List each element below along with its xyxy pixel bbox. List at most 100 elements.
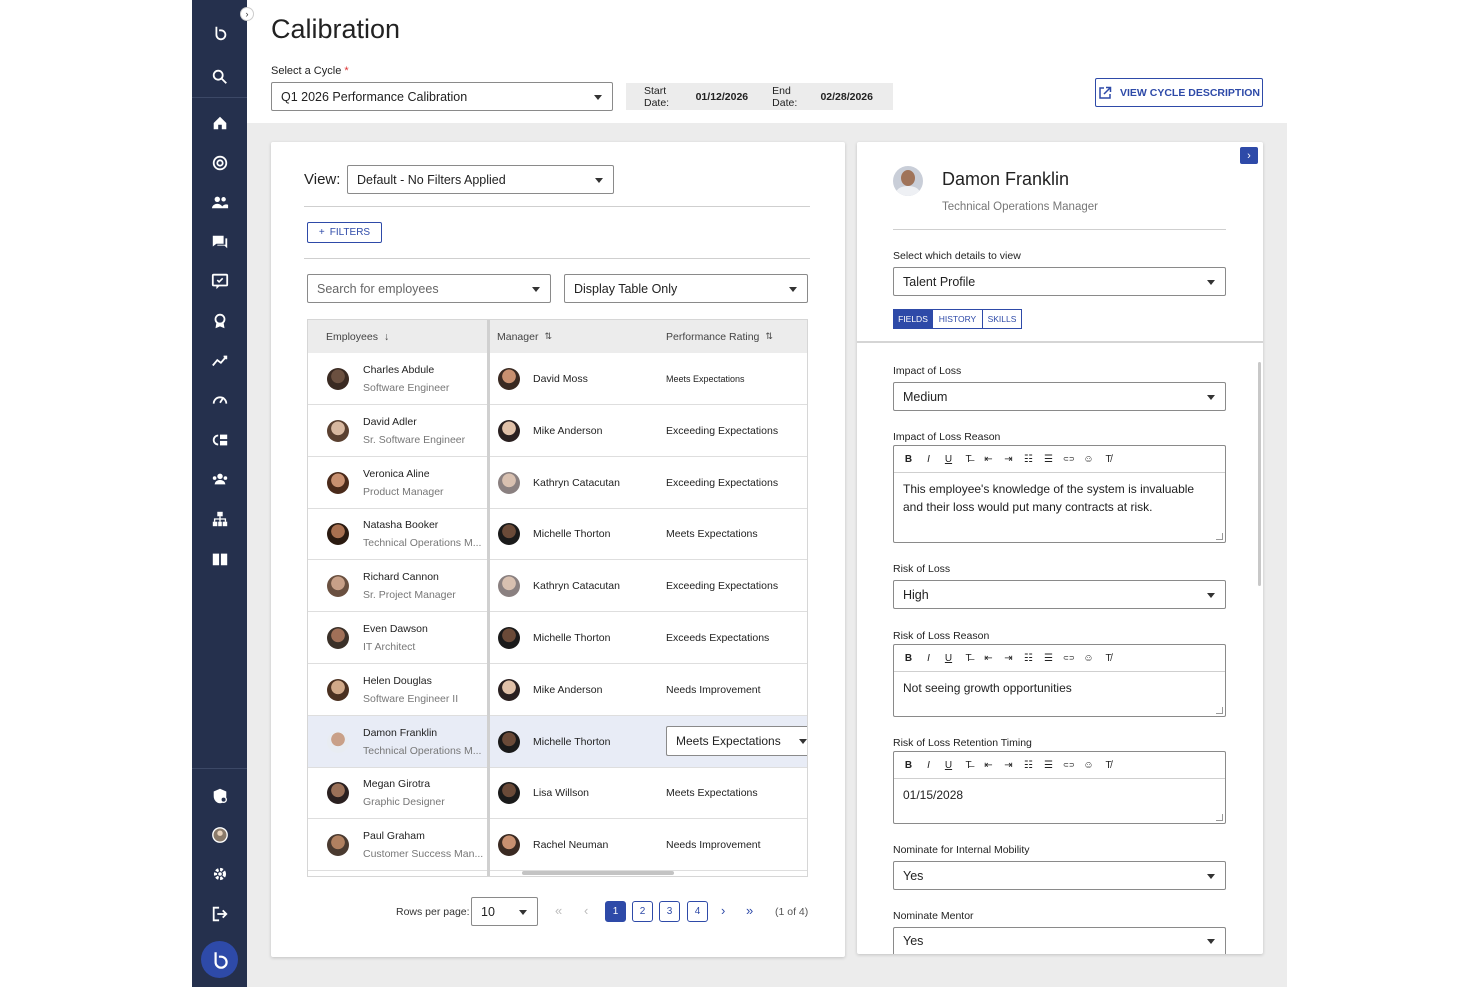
retention-text[interactable]: 01/15/2028 <box>894 779 1225 811</box>
italic-icon[interactable]: I <box>923 454 934 465</box>
bold-icon[interactable]: B <box>903 454 914 465</box>
rows-per-page-select[interactable]: 10 <box>471 897 538 926</box>
tab-skills[interactable]: SKILLS <box>982 309 1022 329</box>
table-row[interactable]: Megan Girotra Graphic Designer Lisa Will… <box>308 767 807 820</box>
vertical-scrollbar[interactable] <box>1258 362 1261 586</box>
clear-format-icon[interactable]: T̸ <box>1103 653 1114 664</box>
table-row[interactable]: David Adler Sr. Software Engineer Mike A… <box>308 405 807 457</box>
table-row[interactable]: Even Dawson IT Architect Michelle Thorto… <box>308 612 807 664</box>
bullet-list-icon[interactable]: ☰ <box>1043 653 1054 664</box>
numbered-list-icon[interactable]: ☷ <box>1023 653 1034 664</box>
risk-reason-editor[interactable]: B I U T̶ ⇤ ⇥ ☷ ☰ ⊂⊃ ☺ T̸ Not seeing growth opportu… <box>893 644 1226 717</box>
outdent-icon[interactable]: ⇤ <box>983 454 994 465</box>
team-icon[interactable] <box>192 464 247 494</box>
impact-reason-text[interactable]: This employee's knowledge of the system … <box>894 473 1225 523</box>
gear-icon[interactable] <box>192 859 247 889</box>
tab-fields[interactable]: FIELDS <box>893 309 933 329</box>
analytics-icon[interactable] <box>192 346 247 376</box>
table-row[interactable]: Veronica Aline Product Manager Kathryn C… <box>308 457 807 509</box>
bullet-list-icon[interactable]: ☰ <box>1043 454 1054 465</box>
org-chart-icon[interactable] <box>192 504 247 534</box>
page-button-4[interactable]: 4 <box>687 901 708 922</box>
mobility-select[interactable]: Yes <box>893 861 1226 890</box>
next-page-icon[interactable]: › <box>721 903 725 918</box>
indent-icon[interactable]: ⇥ <box>1003 454 1014 465</box>
expand-panel-button[interactable]: › <box>1240 147 1258 164</box>
prev-page-icon[interactable]: ‹ <box>584 903 588 918</box>
filters-button[interactable]: + FILTERS <box>307 222 382 243</box>
link-icon[interactable]: ⊂⊃ <box>1063 654 1075 662</box>
strikethrough-icon[interactable]: T̶ <box>963 454 974 465</box>
cycle-select[interactable]: Q1 2026 Performance Calibration <box>271 82 613 111</box>
resize-handle-icon[interactable] <box>1216 533 1223 540</box>
page-button-3[interactable]: 3 <box>659 901 680 922</box>
search-employees-input[interactable]: Search for employees <box>307 274 551 303</box>
numbered-list-icon[interactable]: ☷ <box>1023 454 1034 465</box>
column-header-manager[interactable]: Manager ⇅ <box>490 320 660 353</box>
feedback-icon[interactable] <box>192 266 247 296</box>
last-page-icon[interactable]: » <box>746 903 753 918</box>
people-icon[interactable] <box>192 187 247 217</box>
profile-icon[interactable] <box>192 820 247 850</box>
mentor-select[interactable]: Yes <box>893 927 1226 954</box>
risk-select[interactable]: High <box>893 580 1226 609</box>
column-header-employees[interactable]: Employees ↓ <box>308 320 487 353</box>
book-icon[interactable] <box>192 544 247 574</box>
toggle-icon[interactable] <box>192 425 247 455</box>
search-icon[interactable] <box>192 62 247 92</box>
indent-icon[interactable]: ⇥ <box>1003 653 1014 664</box>
underline-icon[interactable]: U <box>943 760 954 771</box>
table-row[interactable]: Helen Douglas Software Engineer II Mike … <box>308 664 807 716</box>
underline-icon[interactable]: U <box>943 653 954 664</box>
emoji-icon[interactable]: ☺ <box>1083 760 1094 771</box>
first-page-icon[interactable]: « <box>555 903 562 918</box>
details-select[interactable]: Talent Profile <box>893 267 1226 296</box>
rating-select[interactable]: Meets Expectations <box>666 725 807 756</box>
table-row[interactable]: Damon Franklin Technical Operations M...… <box>308 715 807 768</box>
outdent-icon[interactable]: ⇤ <box>983 653 994 664</box>
logout-icon[interactable] <box>192 899 247 929</box>
table-row[interactable]: Paul Graham Customer Success Man... Rach… <box>308 819 807 872</box>
bullet-list-icon[interactable]: ☰ <box>1043 760 1054 771</box>
horizontal-scrollbar[interactable] <box>522 871 674 875</box>
page-button-2[interactable]: 2 <box>632 901 653 922</box>
column-header-rating[interactable]: Performance Rating ⇅ <box>660 320 807 353</box>
view-select[interactable]: Default - No Filters Applied <box>347 165 614 194</box>
outdent-icon[interactable]: ⇤ <box>983 760 994 771</box>
bold-icon[interactable]: B <box>903 760 914 771</box>
table-row[interactable]: Natasha Booker Technical Operations M...… <box>308 508 807 561</box>
clear-format-icon[interactable]: T̸ <box>1103 760 1114 771</box>
link-icon[interactable]: ⊂⊃ <box>1063 761 1075 769</box>
tab-history[interactable]: HISTORY <box>932 309 983 329</box>
emoji-icon[interactable]: ☺ <box>1083 454 1094 465</box>
strikethrough-icon[interactable]: T̶ <box>963 760 974 771</box>
security-icon[interactable] <box>192 781 247 811</box>
app-logo-icon[interactable] <box>201 941 238 978</box>
logo-icon[interactable] <box>192 18 247 48</box>
italic-icon[interactable]: I <box>923 653 934 664</box>
table-row[interactable]: Charles Abdule Software Engineer David M… <box>308 353 807 405</box>
numbered-list-icon[interactable]: ☷ <box>1023 760 1034 771</box>
impact-select[interactable]: Medium <box>893 382 1226 411</box>
sidebar-collapse-button[interactable]: › <box>240 7 254 21</box>
display-mode-select[interactable]: Display Table Only <box>564 274 808 303</box>
home-icon[interactable] <box>192 108 247 138</box>
chat-icon[interactable] <box>192 227 247 257</box>
resize-handle-icon[interactable] <box>1216 707 1223 714</box>
gauge-icon[interactable] <box>192 385 247 415</box>
resize-handle-icon[interactable] <box>1216 814 1223 821</box>
clear-format-icon[interactable]: T̸ <box>1103 454 1114 465</box>
bold-icon[interactable]: B <box>903 653 914 664</box>
award-icon[interactable] <box>192 306 247 336</box>
strikethrough-icon[interactable]: T̶ <box>963 653 974 664</box>
goals-icon[interactable] <box>192 148 247 178</box>
italic-icon[interactable]: I <box>923 760 934 771</box>
retention-editor[interactable]: B I U T̶ ⇤ ⇥ ☷ ☰ ⊂⊃ ☺ T̸ 01/15/2028 <box>893 751 1226 824</box>
emoji-icon[interactable]: ☺ <box>1083 653 1094 664</box>
risk-reason-text[interactable]: Not seeing growth opportunities <box>894 672 1225 704</box>
column-divider[interactable] <box>487 320 490 876</box>
view-cycle-description-button[interactable]: VIEW CYCLE DESCRIPTION <box>1095 78 1263 107</box>
link-icon[interactable]: ⊂⊃ <box>1063 455 1075 463</box>
indent-icon[interactable]: ⇥ <box>1003 760 1014 771</box>
table-row[interactable]: Richard Cannon Sr. Project Manager Kathr… <box>308 560 807 613</box>
